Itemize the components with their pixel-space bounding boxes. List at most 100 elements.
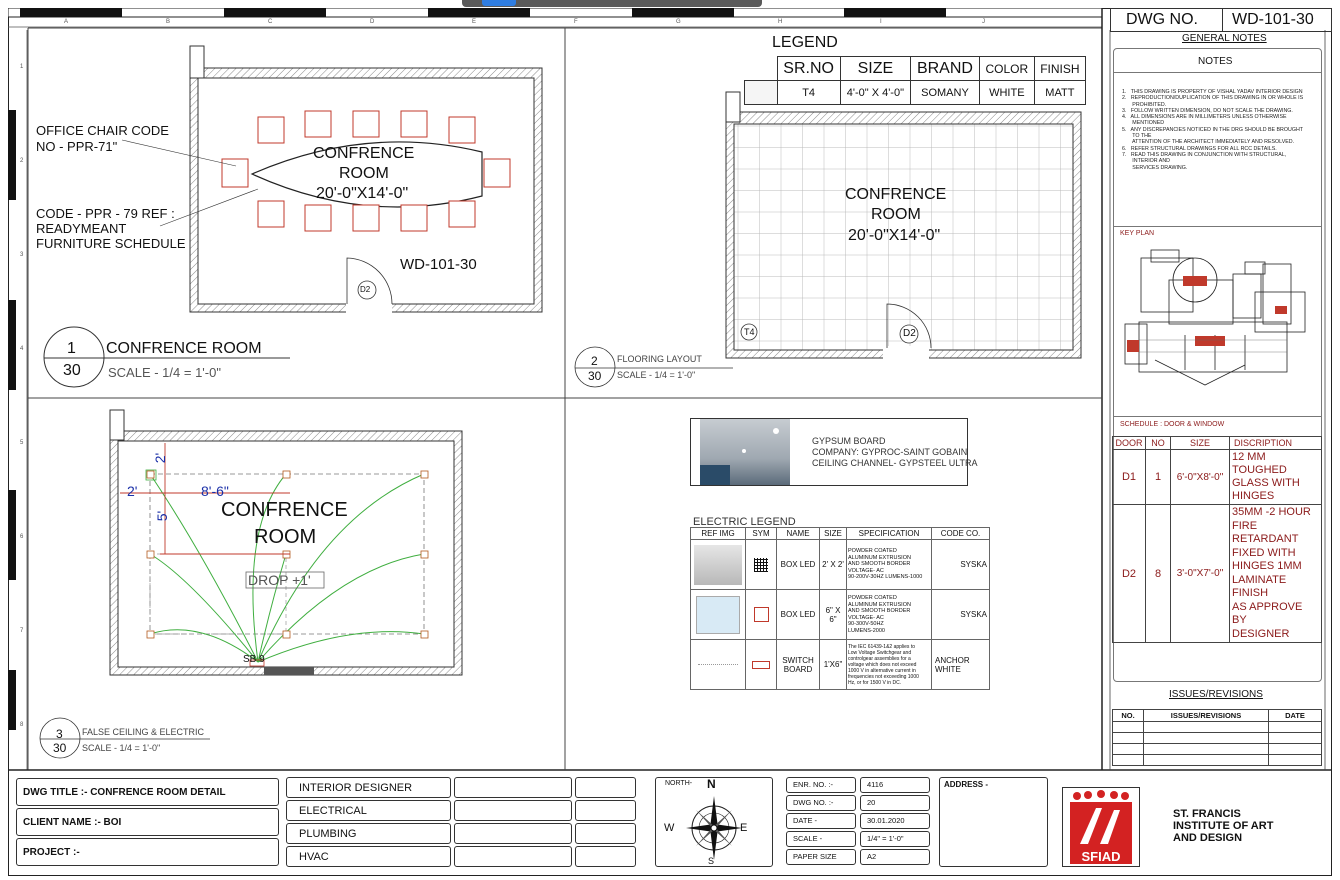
rev-header: NO. bbox=[1112, 709, 1144, 722]
plan3-dim-2a: 2' bbox=[127, 483, 138, 499]
info-grid: ENR. NO. :- 4116 DWG NO. :- 20 DATE -30.01.2… bbox=[786, 777, 931, 867]
el-header: SYM bbox=[745, 527, 777, 540]
el-code: SYSKA bbox=[931, 589, 990, 640]
door-header: SIZE bbox=[1170, 436, 1230, 450]
door-desc-line: HINGES 1MM bbox=[1232, 560, 1302, 572]
compass-w: W bbox=[664, 822, 675, 834]
plan1-door-tag: D2 bbox=[360, 285, 371, 294]
consultant-name-cell bbox=[454, 823, 572, 844]
plan1-room-size: 20'-0"X14'-0" bbox=[316, 185, 409, 202]
info-label: PAPER SIZE bbox=[786, 849, 856, 865]
plan1-title: CONFRENCE ROOM bbox=[106, 340, 262, 357]
plan2-title: FLOORING LAYOUT bbox=[617, 354, 702, 364]
compass-s: S bbox=[708, 856, 715, 866]
door-schedule-table: DOOR NO SIZE DISCRIPTION D1 1 6'-0"X8'-0… bbox=[1112, 436, 1322, 643]
el-ref-image bbox=[690, 589, 746, 640]
plan2-room-name-1: CONFRENCE bbox=[845, 186, 947, 203]
sfiad-logo: SFIAD bbox=[1070, 790, 1132, 864]
consultant-sign-cell bbox=[575, 777, 636, 798]
el-name: SWITCH BOARD bbox=[776, 639, 820, 690]
note-line: 5. ANY DISCREPANCIES NOTICED IN THE DRG … bbox=[1122, 126, 1304, 133]
rev-header: ISSUES/REVISIONS bbox=[1143, 709, 1269, 722]
el-size: 1'X6" bbox=[819, 639, 847, 690]
door-desc-line: LAMINATE FINISH bbox=[1232, 573, 1287, 600]
el-header: SIZE bbox=[819, 527, 847, 540]
door-desc-line: HINGES bbox=[1232, 490, 1275, 502]
el-size: 6" X 6" bbox=[819, 589, 847, 640]
el-size: 2' X 2' bbox=[819, 539, 847, 590]
info-value: 1/4" = 1'-0" bbox=[860, 831, 930, 847]
note-line: ATTENTION OF THE ARCHITECT IMMEDIATELY A… bbox=[1122, 139, 1295, 146]
general-notes-title: GENERAL NOTES bbox=[1182, 33, 1267, 44]
door-desc: 12 MM TOUGHED GLASS WITH HINGES bbox=[1229, 449, 1322, 505]
key-plan-drawing bbox=[1124, 249, 1306, 386]
plan3-drop: DROP +1' bbox=[248, 572, 311, 588]
rev-header: DATE bbox=[1268, 709, 1322, 722]
consultant-sign-cell bbox=[575, 800, 636, 821]
plan1-title-num: 1 bbox=[67, 340, 76, 357]
door-desc: 35MM -2 HOUR FIRE RETARDANT FIXED WITH H… bbox=[1229, 504, 1322, 643]
consultant-name-cell bbox=[454, 777, 572, 798]
plan3-dim-86: 8'-6" bbox=[201, 483, 229, 499]
institute-line2: INSTITUTE OF ART bbox=[1173, 820, 1274, 832]
door-desc-line: AS APPROVE BY bbox=[1232, 600, 1303, 627]
door-desc-line: 35MM -2 HOUR bbox=[1232, 506, 1311, 518]
consultant-hvac: HVAC bbox=[286, 846, 451, 867]
el-name: BOX LED bbox=[776, 539, 820, 590]
info-label: DWG NO. :- bbox=[786, 795, 856, 811]
el-spec-line: LUMENS-2000 bbox=[848, 627, 885, 634]
compass-n: N bbox=[707, 777, 716, 791]
plan2-door-tag: D2 bbox=[903, 328, 916, 339]
notes-list: 1. THIS DRAWING IS PROPERTY OF VISHAL YA… bbox=[1122, 89, 1322, 171]
door-desc-line: FIXED WITH bbox=[1232, 546, 1296, 559]
door-header: DISCRIPTION bbox=[1229, 436, 1322, 450]
plan1-title-den: 30 bbox=[63, 362, 81, 379]
el-header: CODE CO. bbox=[931, 527, 990, 540]
plan3-dim-2b: 2' bbox=[152, 452, 169, 464]
door-count: 8 bbox=[1145, 504, 1171, 643]
door-id: D1 bbox=[1112, 449, 1146, 505]
plan1-table-note-2: READYMEANT bbox=[36, 221, 127, 236]
plan1-room-name-1: CONFRENCE bbox=[313, 145, 415, 162]
note-line: SERVICES DRAWING. bbox=[1122, 164, 1188, 171]
notes-label: NOTES bbox=[1198, 56, 1233, 67]
door-size: 3'-0"X7'-0" bbox=[1170, 504, 1230, 643]
square-symbol-icon bbox=[745, 589, 777, 640]
dwg-title-field: DWG TITLE :- CONFRENCE ROOM DETAIL bbox=[16, 778, 279, 806]
info-label: SCALE - bbox=[786, 831, 856, 847]
el-spec: POWDER COATED ALUMINUM EXTRUSION AND SMO… bbox=[846, 539, 932, 590]
plan2-scale: SCALE - 1/4 = 1'-0" bbox=[617, 370, 696, 380]
institute-line1: ST. FRANCIS bbox=[1173, 808, 1241, 820]
el-header: REF IMG bbox=[690, 527, 746, 540]
consultant-name-cell bbox=[454, 800, 572, 821]
revisions-table: NO. ISSUES/REVISIONS DATE bbox=[1112, 709, 1322, 766]
revisions-title: ISSUES/REVISIONS bbox=[1169, 689, 1263, 700]
consultant-sign-cell bbox=[575, 846, 636, 867]
info-value: A2 bbox=[860, 849, 930, 865]
compass-e: E bbox=[740, 822, 748, 834]
project-field: PROJECT :- bbox=[16, 838, 279, 866]
door-id: D2 bbox=[1112, 504, 1146, 643]
plan3-room-name-2: ROOM bbox=[254, 526, 317, 548]
plan1-ref-code: WD-101-30 bbox=[400, 256, 477, 273]
door-schedule-title: SCHEDULE : DOOR & WINDOW bbox=[1120, 421, 1225, 428]
plan1-room-name-2: ROOM bbox=[339, 165, 389, 182]
consultant-interior: INTERIOR DESIGNER bbox=[286, 777, 451, 798]
plan2-room-name-2: ROOM bbox=[871, 206, 921, 223]
el-ref-image bbox=[690, 539, 746, 590]
plan3-sb: SB 9 bbox=[243, 654, 265, 665]
client-name-field: CLIENT NAME :- BOI bbox=[16, 808, 279, 836]
plan1-table-note-3: FURNITURE SCHEDULE bbox=[36, 236, 186, 251]
plan3-scale: SCALE - 1/4 = 1'-0" bbox=[82, 743, 161, 753]
el-spec: The IEC 61439-1&2 applies to Low Voltage… bbox=[846, 639, 932, 690]
el-spec-line: frequencies not exceeding 1000 bbox=[848, 673, 919, 680]
key-plan-label: KEY PLAN bbox=[1120, 230, 1155, 237]
door-count: 1 bbox=[1145, 449, 1171, 505]
plan3-room-name-1: CONFRENCE bbox=[221, 499, 348, 521]
logo-wordmark: SFIAD bbox=[1082, 849, 1121, 864]
el-header: SPECIFICATION bbox=[846, 527, 932, 540]
el-spec: POWDER COATED ALUMINUM EXTRUSION AND SMO… bbox=[846, 589, 932, 640]
note-line: 2. REPRODUCTION/DUPLICATION OF THIS DRAW… bbox=[1122, 95, 1304, 102]
consultant-plumbing: PLUMBING bbox=[286, 823, 451, 844]
info-label: DATE - bbox=[786, 813, 856, 829]
